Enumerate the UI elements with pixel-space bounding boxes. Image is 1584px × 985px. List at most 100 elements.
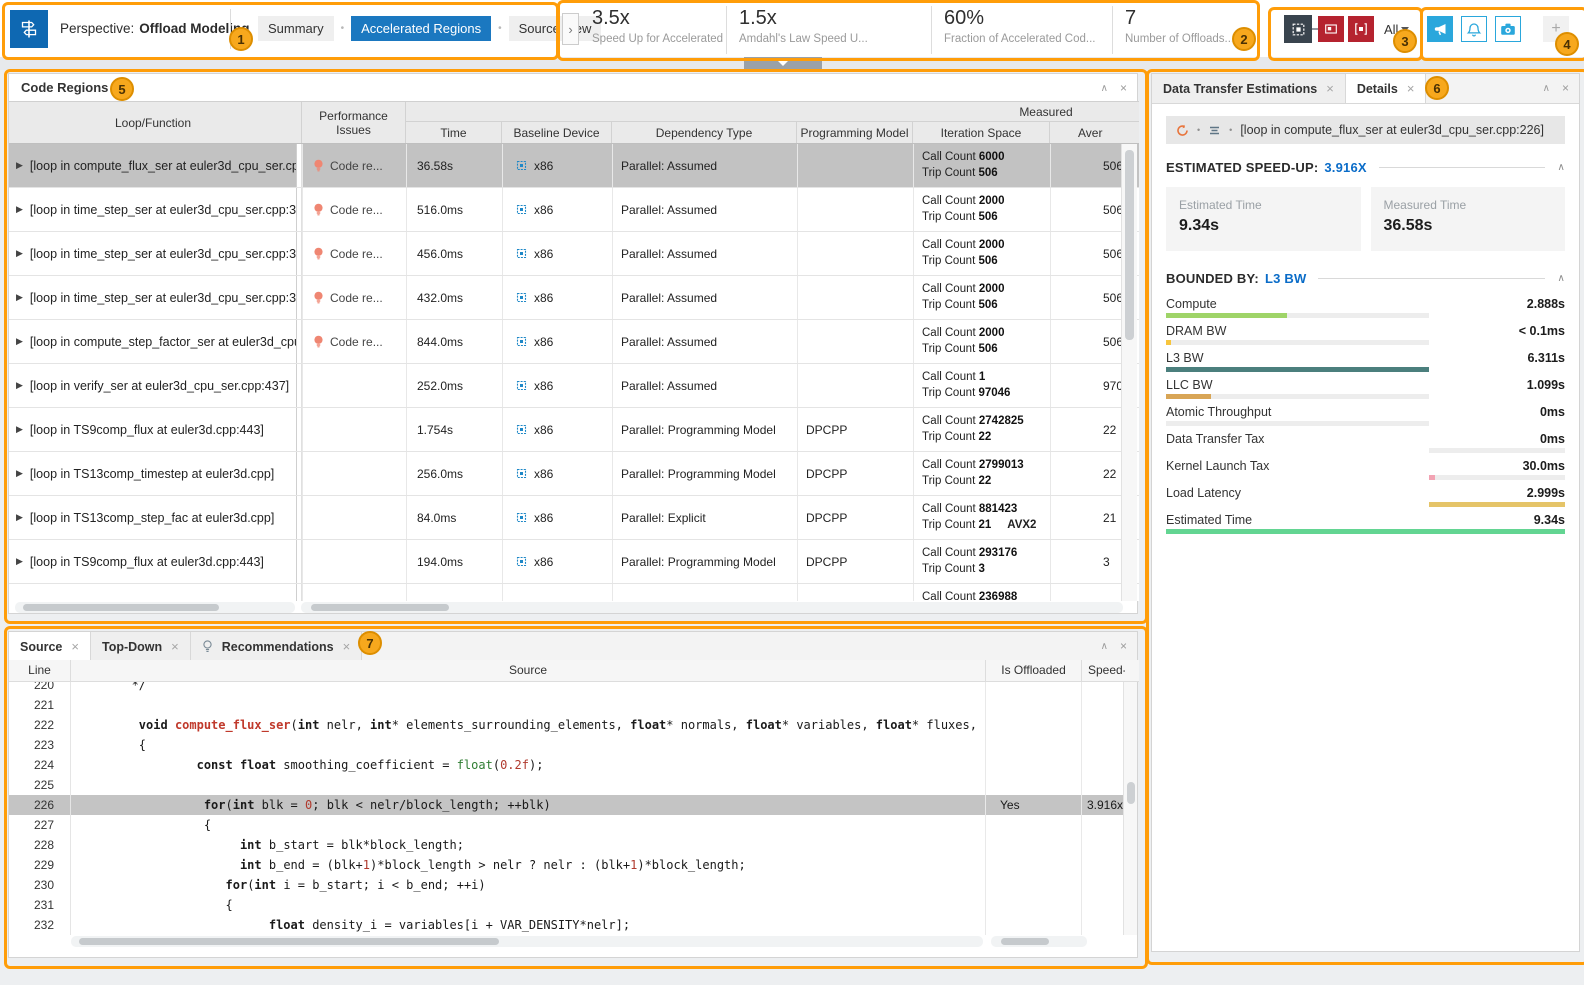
collapse-section-icon[interactable]: ∧: [1557, 273, 1565, 284]
scrollbar-thumb[interactable]: [311, 604, 449, 611]
advisor-perspective-icon[interactable]: [10, 10, 48, 48]
gpu-offload-icon[interactable]: [1318, 16, 1344, 42]
source-line-228[interactable]: 228 int b_start = blk*block_length;: [9, 835, 1139, 855]
view-tab-accelerated-regions[interactable]: Accelerated Regions: [351, 16, 491, 41]
code-region-row[interactable]: ▶[loop in compute_step_factor_ser at eul…: [9, 320, 1139, 364]
scrollbar-thumb[interactable]: [23, 604, 219, 611]
column-header-loop-function[interactable]: Loop/Function: [9, 102, 297, 143]
code-text: float density_i = variables[i + VAR_DENS…: [71, 915, 985, 935]
snapshot-button[interactable]: [1495, 16, 1521, 42]
column-header-iteration-space[interactable]: Iteration Space: [912, 122, 1049, 143]
close-tab-icon[interactable]: ×: [1407, 81, 1415, 96]
source-line-222[interactable]: 222 void compute_flux_ser(int nelr, int*…: [9, 715, 1139, 735]
column-header-performance-issues[interactable]: Performance Issues: [301, 102, 405, 143]
source-line-229[interactable]: 229 int b_end = (blk+1)*block_length > n…: [9, 855, 1139, 875]
column-header-speedup[interactable]: Speed-: [1081, 660, 1125, 681]
horizontal-scrollbar-left[interactable]: [15, 602, 295, 613]
source-line-220[interactable]: 220 */: [9, 682, 1139, 695]
collapse-panel-icon[interactable]: ∧: [1101, 83, 1108, 94]
trip-count-value: 22: [978, 475, 991, 487]
code-region-row[interactable]: ▶[loop in time_step_ser at euler3d_cpu_s…: [9, 276, 1139, 320]
history-icon[interactable]: [1176, 124, 1189, 137]
horizontal-scrollbar-offloaded[interactable]: [991, 936, 1087, 947]
speedup-value: 3.916X: [1324, 160, 1366, 175]
stack-view-icon[interactable]: [1208, 124, 1221, 137]
bounded-by-section-header: BOUNDED BY: L3 BW ∧: [1166, 271, 1565, 286]
close-tab-icon[interactable]: ×: [71, 639, 79, 654]
source-tab-top-down[interactable]: Top-Down×: [91, 632, 191, 661]
close-panel-icon[interactable]: ×: [1120, 639, 1127, 653]
scrollbar-thumb[interactable]: [1001, 938, 1049, 945]
horizontal-scrollbar[interactable]: [71, 936, 983, 947]
source-line-231[interactable]: 231 {: [9, 895, 1139, 915]
time-cell: 432.0ms: [406, 276, 502, 319]
close-tab-icon[interactable]: ×: [343, 639, 351, 654]
expand-arrow-icon[interactable]: ▶: [16, 512, 23, 523]
details-tab-details[interactable]: Details×: [1346, 74, 1427, 103]
bounded-by-metric-list: Compute2.888sDRAM BW< 0.1msL3 BW6.311sLL…: [1166, 296, 1565, 539]
code-region-row[interactable]: ▶[loop in TS9comp_flux at euler3d.cpp:44…: [9, 540, 1139, 584]
close-tab-icon[interactable]: ×: [171, 639, 179, 654]
vertical-scrollbar[interactable]: [1121, 144, 1137, 601]
source-line-225[interactable]: 225: [9, 775, 1139, 795]
source-line-224[interactable]: 224 const float smoothing_coefficient = …: [9, 755, 1139, 775]
gpu-device-icon[interactable]: [1348, 16, 1374, 42]
scrollbar-thumb[interactable]: [1127, 782, 1135, 804]
column-header-source[interactable]: Source: [71, 660, 985, 681]
details-tab-data-transfer-estimations[interactable]: Data Transfer Estimations×: [1152, 74, 1346, 103]
expand-arrow-icon[interactable]: ▶: [16, 160, 23, 171]
collapse-splitter-handle[interactable]: [744, 57, 822, 70]
expand-arrow-icon[interactable]: ▶: [16, 204, 23, 215]
code-region-row[interactable]: ▶[loop in compute_flux_ser at euler3d_cp…: [9, 144, 1139, 188]
expand-arrow-icon[interactable]: ▶: [16, 248, 23, 259]
call-count-value: 1: [979, 371, 985, 383]
metric-value: 7: [1125, 7, 1232, 30]
collapse-panel-icon[interactable]: ∧: [1101, 641, 1108, 652]
close-tab-icon[interactable]: ×: [1326, 81, 1334, 96]
feedback-button[interactable]: [1427, 16, 1453, 42]
expand-arrow-icon[interactable]: ▶: [16, 468, 23, 479]
expand-arrow-icon[interactable]: ▶: [16, 292, 23, 303]
column-header-programming-model[interactable]: Programming Model: [796, 122, 912, 143]
column-header-dependency-type[interactable]: Dependency Type: [611, 122, 796, 143]
scrollbar-thumb[interactable]: [79, 938, 499, 945]
column-header-time[interactable]: Time: [405, 122, 501, 143]
close-panel-icon[interactable]: ×: [1120, 81, 1127, 95]
code-region-row[interactable]: ▶[loop in TS13comp_step_fac at euler3d.c…: [9, 496, 1139, 540]
programming-model-cell: DPCPP: [797, 540, 913, 583]
notifications-button[interactable]: [1461, 16, 1487, 42]
metric-value: 2.888s: [1527, 297, 1565, 311]
column-header-baseline-device[interactable]: Baseline Device: [501, 122, 611, 143]
source-tab-recommendations[interactable]: Recommendations×: [191, 632, 362, 661]
code-region-row[interactable]: Call Count 236988: [9, 584, 1139, 601]
code-region-row[interactable]: ▶[loop in verify_ser at euler3d_cpu_ser.…: [9, 364, 1139, 408]
horizontal-scrollbar-right[interactable]: [301, 602, 1123, 613]
source-line-230[interactable]: 230 for(int i = b_start; i < b_end; ++i): [9, 875, 1139, 895]
source-line-226[interactable]: 226 for(int blk = 0; blk < nelr/block_le…: [9, 795, 1139, 815]
source-tab-source[interactable]: Source×: [9, 632, 91, 661]
source-line-223[interactable]: 223 {: [9, 735, 1139, 755]
metric-bar-fill: [1166, 313, 1287, 318]
code-region-row[interactable]: ▶[loop in TS9comp_flux at euler3d.cpp:44…: [9, 408, 1139, 452]
collapse-panel-icon[interactable]: ∧: [1543, 83, 1550, 94]
view-tab-summary[interactable]: Summary: [258, 16, 334, 41]
close-panel-icon[interactable]: ×: [1562, 81, 1569, 95]
expand-arrow-icon[interactable]: ▶: [16, 424, 23, 435]
expand-arrow-icon[interactable]: ▶: [16, 556, 23, 567]
source-line-227[interactable]: 227 {: [9, 815, 1139, 835]
column-header-is-offloaded[interactable]: Is Offloaded: [985, 660, 1081, 681]
source-line-232[interactable]: 232 float density_i = variables[i + VAR_…: [9, 915, 1139, 935]
column-header-line[interactable]: Line: [9, 660, 71, 681]
metrics-expander-button[interactable]: ›: [562, 13, 579, 45]
cpu-device-icon[interactable]: [1284, 15, 1312, 43]
code-region-row[interactable]: ▶[loop in time_step_ser at euler3d_cpu_s…: [9, 188, 1139, 232]
expand-arrow-icon[interactable]: ▶: [16, 336, 23, 347]
column-header-average[interactable]: Aver: [1049, 122, 1139, 143]
vertical-scrollbar[interactable]: [1123, 682, 1137, 935]
expand-arrow-icon[interactable]: ▶: [16, 380, 23, 391]
source-line-221[interactable]: 221: [9, 695, 1139, 715]
code-region-row[interactable]: ▶[loop in time_step_ser at euler3d_cpu_s…: [9, 232, 1139, 276]
collapse-section-icon[interactable]: ∧: [1557, 162, 1565, 173]
code-region-row[interactable]: ▶[loop in TS13comp_timestep at euler3d.c…: [9, 452, 1139, 496]
scrollbar-thumb[interactable]: [1125, 150, 1134, 340]
